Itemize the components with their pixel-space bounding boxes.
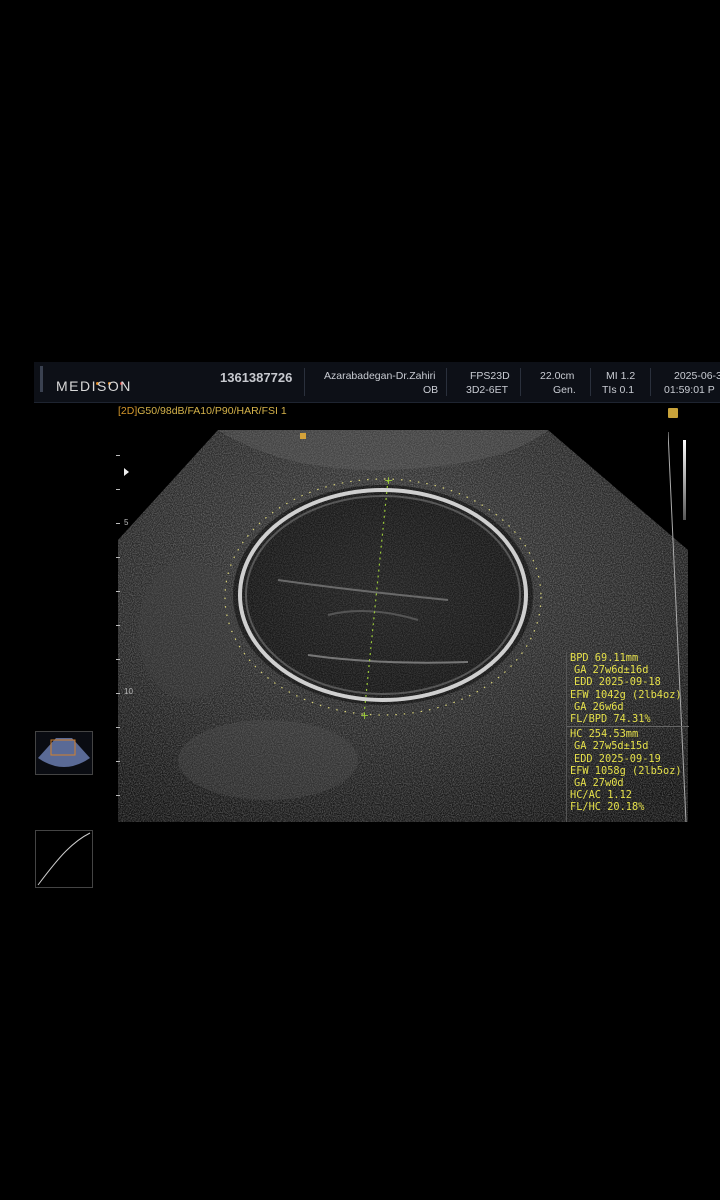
mi-value: MI 1.2 xyxy=(606,370,636,382)
caliper-end-icon: + xyxy=(360,709,369,722)
divider xyxy=(590,368,591,396)
divider xyxy=(304,368,305,396)
mode-tag: [2D] xyxy=(118,405,138,417)
fl-bpd-ratio: FL/BPD 74.31% xyxy=(570,713,651,726)
depth-label: 10 xyxy=(124,687,133,696)
hc-ac-ratio: HC/AC 1.12 xyxy=(570,789,632,802)
focus-marker-icon[interactable] xyxy=(124,468,129,476)
depth-tick xyxy=(116,795,120,796)
measurement-panel: BPD 69.11mm GA 27w6d±16d EDD 2025-09-18 … xyxy=(566,652,689,822)
brand-logo: MEDISON xyxy=(56,378,132,394)
preset-params: G50/98dB/FA10/P90/HAR/FSI 1 xyxy=(137,405,287,417)
depth-label: 5 xyxy=(124,518,129,527)
depth-tick xyxy=(116,659,120,660)
efw-value: EFW 1058g (2lb5oz) xyxy=(570,764,682,777)
orientation-marker-icon xyxy=(300,433,306,439)
fl-hc-ratio: FL/HC 20.18% xyxy=(570,801,645,814)
depth-tick xyxy=(116,625,120,626)
depth-value: 22.0cm xyxy=(540,370,575,382)
gamma-curve-thumbnail[interactable] xyxy=(35,830,93,888)
imaging-preset: [2D]G50/98dB/FA10/P90/HAR/FSI 1 xyxy=(118,405,287,417)
caliper-start-icon: + xyxy=(384,474,393,487)
bpd-value: BPD 69.11mm xyxy=(570,652,639,664)
bpd-ga: GA 27w6d±16d xyxy=(574,664,649,677)
hc-edd: EDD 2025-09-19 xyxy=(574,752,661,765)
exam-time: 01:59:01 P xyxy=(664,384,715,396)
tis-value: TIs 0.1 xyxy=(602,384,635,396)
efw-value: EFW 1042g (2lb4oz) xyxy=(570,688,682,701)
frequency-value: Gen. xyxy=(553,384,576,396)
hc-value: HC 254.53mm xyxy=(570,728,639,741)
depth-tick xyxy=(116,591,120,592)
efw-ga: GA 27w0d xyxy=(574,777,624,790)
fps-value: FPS23D xyxy=(470,370,510,382)
exam-date: 2025-06-3 xyxy=(674,370,720,382)
exam-type: OB xyxy=(423,384,439,396)
curve-icon xyxy=(37,832,91,886)
probe-sector-thumbnail[interactable] xyxy=(35,731,93,775)
efw-ga: GA 26w6d xyxy=(574,700,624,713)
bpd-edd: EDD 2025-09-18 xyxy=(574,676,661,689)
measurement-divider xyxy=(567,726,689,728)
depth-tick xyxy=(116,455,120,456)
depth-scale: 5 10 xyxy=(110,430,140,822)
depth-tick xyxy=(116,523,120,524)
probe-name: 3D2-6ET xyxy=(466,384,509,396)
divider xyxy=(650,368,651,396)
doctor-name: Azarabadegan-Dr.Zahiri xyxy=(324,370,436,382)
patient-id[interactable]: 1361387726 xyxy=(220,370,292,385)
depth-tick xyxy=(116,727,120,728)
sector-icon xyxy=(38,738,90,767)
depth-tick xyxy=(116,761,120,762)
depth-tick xyxy=(116,489,120,490)
hc-ga: GA 27w5d±15d xyxy=(574,740,649,753)
depth-tick xyxy=(116,693,120,694)
divider xyxy=(446,368,447,396)
logo-accent xyxy=(40,366,43,392)
freeze-icon[interactable] xyxy=(668,408,678,418)
depth-tick xyxy=(116,557,120,558)
header-bar: MEDISON 1361387726 Azarabadegan-Dr.Zahir… xyxy=(34,362,720,403)
divider xyxy=(520,368,521,396)
